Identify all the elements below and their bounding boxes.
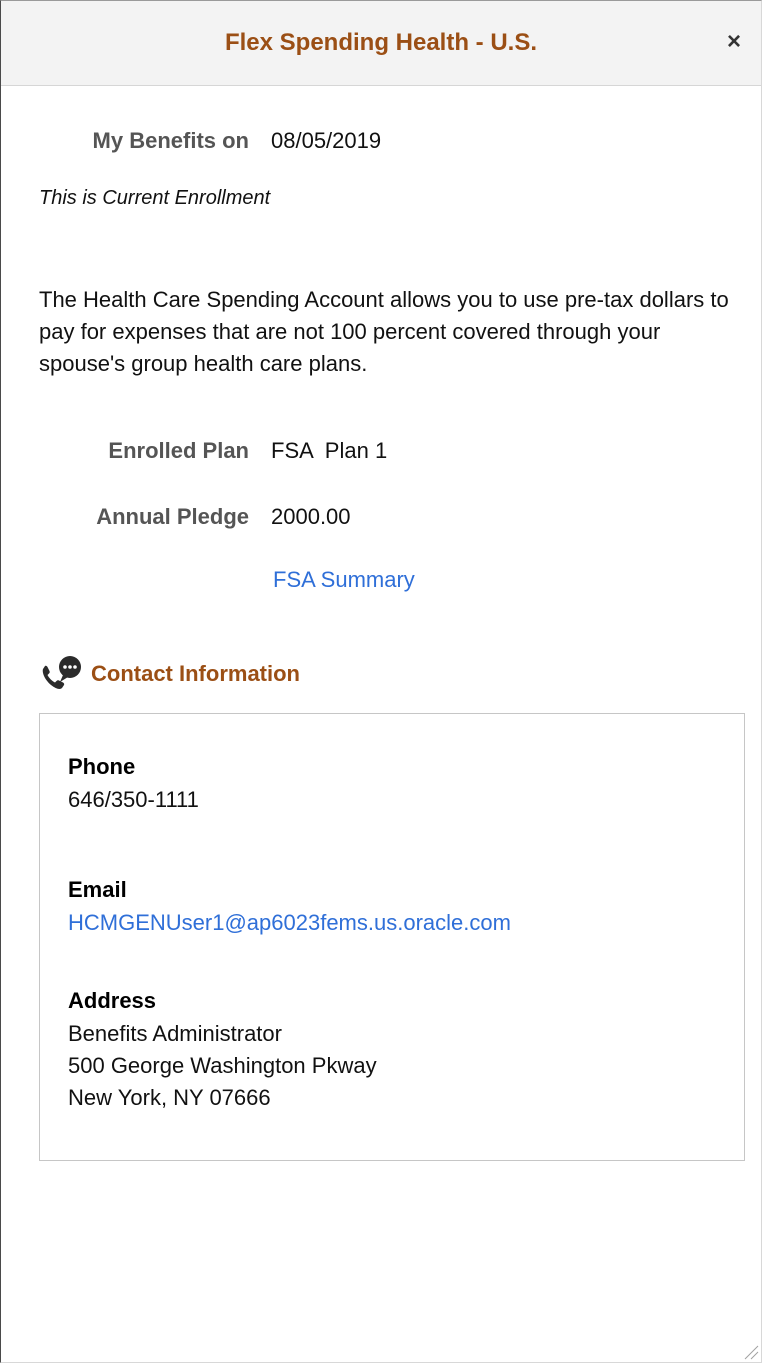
phone-chat-icon <box>42 656 81 689</box>
address-line: Benefits Administrator <box>68 1021 282 1046</box>
benefits-date-row: My Benefits on 08/05/2019 <box>1 128 761 158</box>
flex-spending-dialog: Flex Spending Health - U.S. × My Benefit… <box>0 0 762 1363</box>
close-icon[interactable]: × <box>721 29 747 55</box>
annual-pledge-label: Annual Pledge <box>96 504 249 529</box>
address-line: New York, NY 07666 <box>68 1085 271 1110</box>
annual-pledge-row: Annual Pledge 2000.00 <box>1 504 761 534</box>
enrolled-plan-row: Enrolled Plan FSA Plan 1 <box>1 438 761 468</box>
contact-heading: Contact Information <box>39 655 439 691</box>
dialog-title: Flex Spending Health - U.S. <box>224 29 538 56</box>
resize-handle-icon[interactable] <box>741 1342 759 1360</box>
benefits-date-value: 08/05/2019 <box>271 128 382 153</box>
phone-value: 646/350-1111 <box>68 787 199 812</box>
email-label: Email <box>68 877 127 902</box>
address-line: 500 George Washington Pkway <box>68 1053 377 1078</box>
address-label: Address <box>68 988 157 1013</box>
contact-title: Contact Information <box>91 661 300 686</box>
benefits-date-label: My Benefits on <box>92 128 249 153</box>
enrolled-plan-label: Enrolled Plan <box>108 438 249 463</box>
fsa-summary-link[interactable]: FSA Summary <box>273 567 415 593</box>
phone-label: Phone <box>68 754 136 779</box>
enrollment-status: This is Current Enrollment <box>39 187 271 209</box>
plan-description: The Health Care Spending Account allows … <box>39 287 729 376</box>
dialog-header: Flex Spending Health - U.S. × <box>1 1 761 86</box>
annual-pledge-value: 2000.00 <box>271 504 351 529</box>
email-link[interactable]: HCMGENUser1@ap6023fems.us.oracle.com <box>68 907 511 939</box>
contact-card: Phone 646/350-1111 Email HCMGENUser1@ap6… <box>39 713 745 1161</box>
enrolled-plan-value: FSA Plan 1 <box>271 438 388 463</box>
